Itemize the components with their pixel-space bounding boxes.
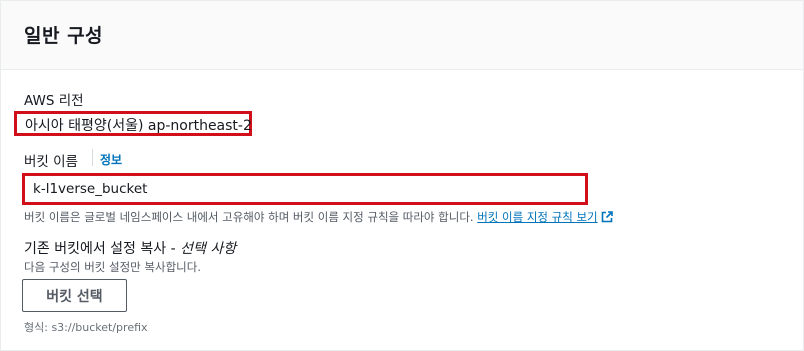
choose-bucket-button[interactable]: 버킷 선택: [22, 279, 127, 312]
copy-settings-title: 기존 버킷에서 설정 복사 - 선택 사항: [24, 238, 236, 258]
general-configuration-panel: 일반 구성 AWS 리전 아시아 태평양(서울) ap-northeast-2 …: [0, 0, 804, 351]
region-value: 아시아 태평양(서울) ap-northeast-2: [25, 118, 252, 134]
bucket-name-hint-text: 버킷 이름은 글로벌 네임스페이스 내에서 고유해야 하며 버킷 이름 지정 규…: [24, 210, 474, 224]
panel-header: 일반 구성: [1, 1, 803, 70]
bucket-name-input[interactable]: [22, 173, 588, 205]
copy-settings-description: 다음 구성의 버킷 설정만 복사합니다.: [24, 260, 201, 274]
panel-title: 일반 구성: [24, 25, 104, 47]
copy-settings-title-text: 기존 버킷에서 설정 복사 -: [24, 241, 176, 257]
format-hint: 형식: s3://bucket/prefix: [24, 321, 148, 334]
naming-rules-link[interactable]: 버킷 이름 지정 규칙 보기: [477, 210, 613, 224]
info-link[interactable]: 정보: [100, 151, 122, 168]
copy-settings-optional: 선택 사항: [180, 241, 237, 257]
region-label: AWS 리전: [24, 93, 84, 109]
label-divider: [92, 149, 93, 166]
external-link-icon[interactable]: [601, 211, 613, 223]
bucket-name-label: 버킷 이름: [24, 154, 78, 170]
naming-rules-link-text[interactable]: 버킷 이름 지정 규칙 보기: [477, 210, 597, 224]
bucket-name-hint: 버킷 이름은 글로벌 네임스페이스 내에서 고유해야 하며 버킷 이름 지정 규…: [24, 209, 613, 225]
